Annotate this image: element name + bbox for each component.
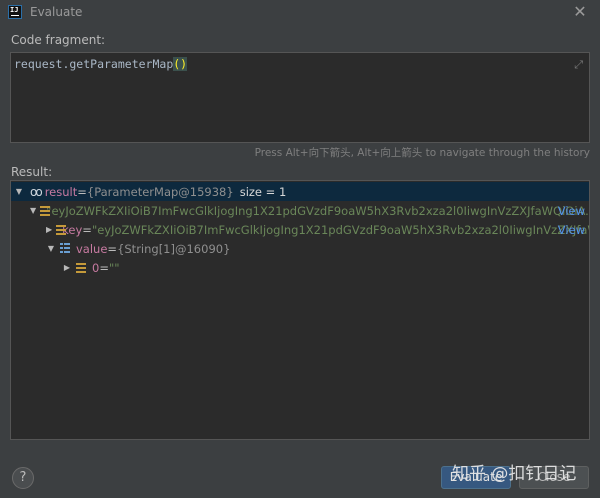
expand-arrow-icon[interactable]: ▶ xyxy=(46,225,52,234)
code-fragment-label: Code fragment: xyxy=(11,33,106,47)
code-expression: request.getParameterMap xyxy=(14,57,174,71)
close-window-icon[interactable]: ✕ xyxy=(572,4,588,20)
key-equals: = xyxy=(82,222,92,237)
result-tree[interactable]: ▼ oo result = {ParameterMap@15938} size … xyxy=(10,180,590,440)
value-type: {String[1]@16090} xyxy=(117,241,231,256)
key-value: "eyJoZWFkZXIiOiB7ImFwcGlkIjogIng1X21pdGV… xyxy=(91,222,590,237)
watermark: 知乎 @扣钉日记 xyxy=(452,464,577,484)
expand-editor-icon[interactable]: ⤢ xyxy=(574,58,583,72)
collapse-arrow-icon[interactable]: ▼ xyxy=(30,206,36,215)
code-text: request.getParameterMap() xyxy=(14,57,188,71)
tree-row-key[interactable]: ▶ key = "eyJoZWFkZXIiOiB7ImFwcGlkIjogIng… xyxy=(11,220,589,239)
history-hint: Press Alt+向下箭头, Alt+向上箭头 to navigate thr… xyxy=(254,147,590,159)
tree-row-value[interactable]: ▼ value = {String[1]@16090} xyxy=(11,239,589,258)
collapse-arrow-icon[interactable]: ▼ xyxy=(46,244,56,253)
tree-row-entry[interactable]: ▼ "eyJoZWFkZXIiOiB7ImFwcGlkIjogIng1X21pd… xyxy=(11,201,589,220)
code-fragment-editor[interactable]: request.getParameterMap() ⤢ xyxy=(10,52,590,143)
code-parens: () xyxy=(173,57,188,71)
item-0-equals: = xyxy=(99,260,109,275)
expand-arrow-icon[interactable]: ▶ xyxy=(62,263,72,272)
entry-view-link[interactable]: View xyxy=(558,204,585,218)
tree-row-result[interactable]: ▼ oo result = {ParameterMap@15938} size … xyxy=(11,182,589,201)
collapse-arrow-icon[interactable]: ▼ xyxy=(14,187,24,196)
watch-glasses-icon: oo xyxy=(30,184,43,199)
help-button[interactable]: ? xyxy=(12,467,34,489)
item-0-value: "" xyxy=(108,260,120,275)
result-equals: = xyxy=(77,184,87,199)
result-label: Result: xyxy=(11,165,53,179)
title-bar: IJ Evaluate ✕ xyxy=(0,0,600,26)
entry-value: "eyJoZWFkZXIiOiB7ImFwcGlkIjogIng1X21pdGV… xyxy=(46,203,590,218)
intellij-app-icon: IJ xyxy=(8,5,22,19)
result-name: result xyxy=(44,184,78,199)
value-name: value xyxy=(76,241,108,256)
app-icon-text: IJ xyxy=(10,6,19,14)
key-view-link[interactable]: View xyxy=(558,223,585,237)
result-size: size = 1 xyxy=(239,184,287,199)
value-equals: = xyxy=(107,241,118,256)
item-0-name: 0 xyxy=(92,260,100,275)
array-icon xyxy=(60,243,70,254)
result-type: {ParameterMap@15938} xyxy=(86,184,234,199)
window-title: Evaluate xyxy=(30,5,83,19)
tree-row-item-0[interactable]: ▶ 0 = "" xyxy=(11,258,589,277)
field-icon xyxy=(76,262,86,273)
